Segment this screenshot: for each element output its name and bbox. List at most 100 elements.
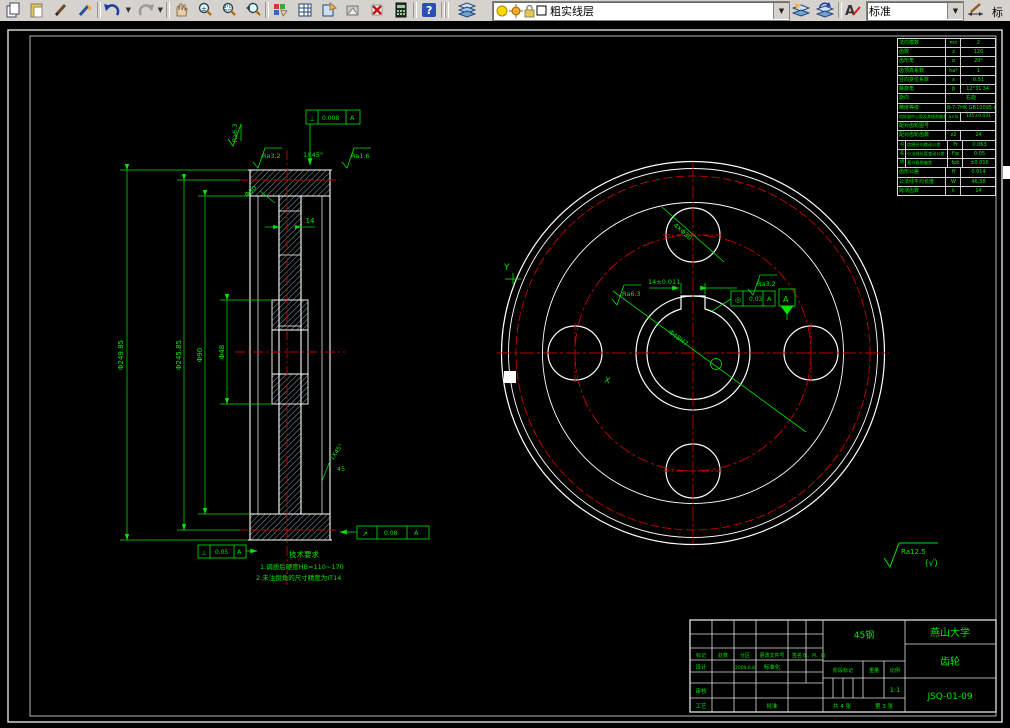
dim-hub-diameter: Φ90 — [196, 348, 204, 362]
text-style-icon[interactable]: A — [843, 1, 863, 19]
table-row: 公法线平均长度 W 46.38 — [898, 177, 995, 187]
cell-name: 齿轮副中心距及其极限偏差 — [898, 112, 946, 122]
cell-symbol: ha* — [946, 66, 961, 75]
part-name-label: 齿轮 — [940, 655, 960, 668]
table-row: 差公法线长度变动公差 Fw 0.05 — [898, 149, 995, 160]
layer-on-bulb-icon[interactable] — [495, 4, 509, 18]
dim-style-combo-partial[interactable]: 标 — [992, 4, 1003, 20]
toolbar-separator — [97, 2, 101, 18]
paste-icon[interactable] — [27, 1, 47, 19]
drawing-number-label: JSQ-01-09 — [926, 692, 972, 702]
erase-icon[interactable] — [367, 1, 387, 19]
pan-hand-icon[interactable] — [171, 1, 191, 19]
table-row: 螺旋角 β 12°31′34″ — [898, 85, 995, 95]
table-row: 齿轮副中心距及其极限偏差 a±fa 145±0.031 — [898, 112, 995, 123]
cell-symbol: mn — [946, 39, 961, 48]
cell-symbol: fpb — [948, 159, 963, 168]
cell-name: 跨测齿数 — [898, 186, 946, 195]
tb-scale-value: 1:1 — [890, 686, 900, 694]
cell-group: 差 — [898, 149, 906, 159]
gear-parameter-table: 法向模数 mn 2 齿数 z 120 齿形角 α 20° 齿顶高系数 ha* 1 径向变位系数 x… — [897, 38, 996, 196]
left-view-dim-texts: Φ249.85 Φ245.85 Φ90 Φ48 14 Φ30 1X45° 45 — [117, 184, 345, 473]
color-palette-icon[interactable] — [271, 1, 291, 19]
layer-color-swatch[interactable] — [536, 5, 548, 17]
fcf-bl-value: 0.05 — [215, 549, 229, 556]
table-icon[interactable] — [295, 1, 315, 19]
section-label-x: X — [603, 375, 611, 385]
dim-chamfer-bottom: 1X45° — [329, 443, 345, 462]
surface-note-others: (√) — [925, 558, 938, 569]
layer-previous-icon[interactable] — [791, 1, 811, 19]
tech-req-title: 技术要求 — [289, 549, 319, 559]
help-icon[interactable]: ? — [419, 1, 439, 19]
table-row: 组基节极限偏差 fpb ±0.016 — [898, 159, 995, 169]
table-row: 齿形公差 ff 0.014 — [898, 168, 995, 178]
svg-text:A: A — [845, 4, 855, 18]
cell-value: 24 — [975, 132, 982, 139]
cell-symbol: α — [946, 57, 961, 66]
calculator-icon[interactable] — [391, 1, 411, 19]
cell-value: 右旋 — [965, 95, 976, 102]
redo-dropdown-arrow[interactable]: ▼ — [158, 6, 163, 14]
toolbar-separator — [838, 2, 842, 18]
cell-group: 公 — [898, 140, 906, 149]
sheet-set-icon[interactable] — [319, 1, 339, 19]
toolbar-separator — [265, 2, 269, 18]
tb-stage: 阶段标记 — [833, 667, 853, 674]
layer-combo[interactable]: 粗实线层 ▼ — [492, 1, 790, 21]
dim-outer-diameter: Φ249.85 — [117, 340, 125, 370]
cell-symbol: W — [946, 177, 961, 186]
pencil-icon[interactable] — [51, 1, 71, 19]
layer-freeze-sun-icon[interactable] — [509, 4, 523, 18]
text-style-combo-dropdown[interactable]: ▼ — [947, 3, 963, 19]
toolbar-separator — [166, 2, 170, 18]
zoom-window-icon[interactable] — [219, 1, 239, 19]
dim-web-thickness: 14 — [306, 217, 315, 225]
match-properties-icon[interactable] — [75, 1, 95, 19]
undo-icon[interactable]: ▼ — [103, 1, 131, 19]
surface-note: Ra12.5 (√) — [883, 542, 938, 569]
roughness-right-1: Ra6.3 — [622, 290, 641, 298]
layers-icon[interactable] — [457, 1, 477, 19]
cell-name: 齿形角 — [898, 57, 946, 66]
table-row: 配对齿轮图号 — [898, 122, 995, 132]
text-style-combo[interactable]: 标准 ▼ — [866, 1, 964, 21]
table-row: 跨测齿数 k 14 — [898, 186, 995, 195]
cell-symbol: a±fa — [946, 112, 961, 122]
copy-icon[interactable] — [3, 1, 23, 19]
cell-value: 0.05 — [973, 150, 986, 157]
redo-icon[interactable]: ▼ — [135, 1, 163, 19]
tb-sheet-no: 第 3 张 — [875, 702, 893, 710]
fcf-top-symbol: ⊥ — [309, 115, 315, 123]
left-view-top-annotations: Ra6.3 Ra3.2 1X45° Ra1.6 ⊥ 0.008 A — [227, 109, 371, 169]
tech-req-line1: 1.调质后硬度HB=110~170 — [260, 562, 344, 571]
zoom-realtime-icon[interactable]: ± — [195, 1, 215, 19]
cell-name: 公法线平均长度 — [898, 177, 946, 186]
edge-artifact — [1003, 166, 1010, 179]
zoom-previous-icon[interactable] — [243, 1, 263, 19]
tb-craft: 工艺 — [695, 703, 707, 710]
dim-hub-length: 45 — [337, 465, 345, 473]
layer-combo-dropdown[interactable]: ▼ — [773, 3, 789, 19]
table-row: 公齿圈径向跳动公差 Fr 0.063 — [898, 140, 995, 150]
cell-name: 齿形公差 — [898, 168, 946, 177]
undo-dropdown-arrow[interactable]: ▼ — [126, 6, 131, 14]
cell-name: 旋向 — [898, 94, 946, 103]
layer-lock-icon[interactable] — [523, 4, 536, 18]
cell-value: 0.51 — [972, 76, 985, 83]
fcf-right-symbol: ◎ — [735, 296, 741, 304]
cell-symbol: Fw — [948, 149, 963, 159]
tb-h5: 签名 — [792, 652, 802, 659]
fcf-top-datum: A — [350, 114, 355, 122]
cell-name: 径向变位系数 — [898, 75, 946, 85]
dim-style-icon[interactable] — [966, 1, 986, 19]
drawing-canvas[interactable]: Φ249.85 Φ245.85 Φ90 Φ48 14 Φ30 1X45° 45 — [0, 21, 1010, 728]
cell-name: 公法线长度变动公差 — [906, 149, 948, 159]
markup-icon[interactable] — [343, 1, 363, 19]
tb-scale-label: 比例 — [890, 667, 900, 674]
roughness-top-2: Ra1.6 — [351, 152, 370, 160]
cell-name: 精度等级 — [898, 103, 946, 112]
fcf-br-datum: A — [414, 529, 419, 537]
layer-states-icon[interactable] — [815, 1, 835, 19]
table-row: 齿形角 α 20° — [898, 57, 995, 67]
